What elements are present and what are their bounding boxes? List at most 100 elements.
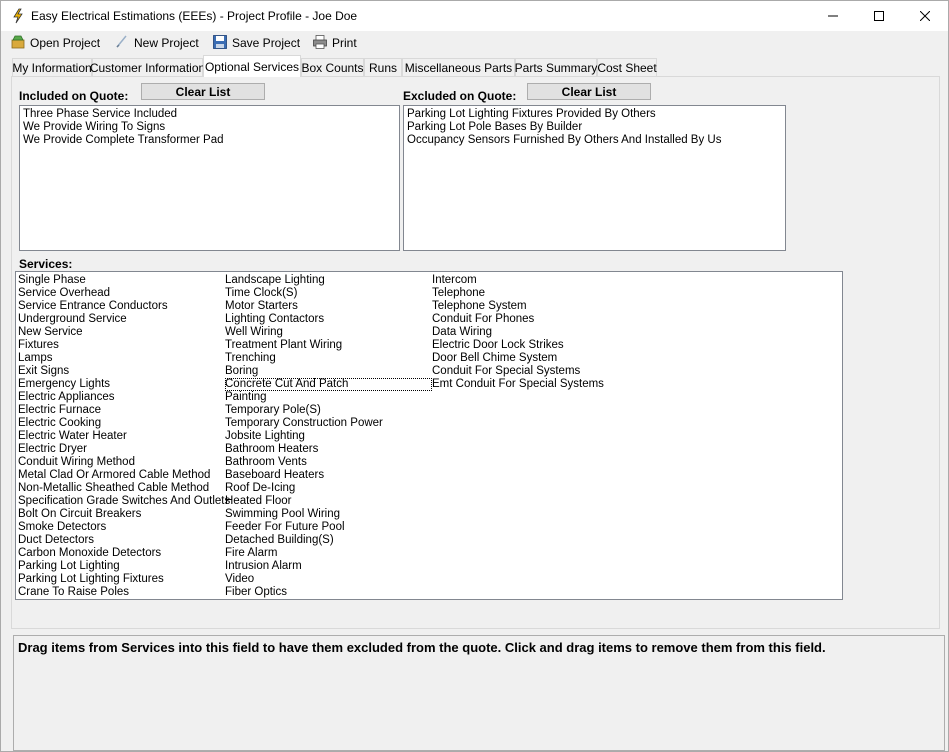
list-item[interactable]: Roof De-Icing — [225, 482, 432, 495]
list-item[interactable]: Service Entrance Conductors — [18, 300, 230, 313]
list-item[interactable]: Concrete Cut And Patch — [225, 378, 432, 391]
list-item[interactable]: Conduit For Phones — [432, 313, 604, 326]
open-project-label: Open Project — [30, 36, 101, 50]
close-button[interactable] — [902, 1, 948, 31]
list-item[interactable]: Parking Lot Lighting — [18, 560, 230, 573]
maximize-button[interactable] — [856, 1, 902, 31]
list-item[interactable]: Duct Detectors — [18, 534, 230, 547]
list-item[interactable]: Telephone System — [432, 300, 604, 313]
tab-parts-summary[interactable]: Parts Summary — [515, 58, 597, 77]
list-item[interactable]: Intercom — [432, 274, 604, 287]
list-item[interactable]: Parking Lot Lighting Fixtures — [18, 573, 230, 586]
list-item[interactable]: Non-Metallic Sheathed Cable Method — [18, 482, 230, 495]
minimize-button[interactable] — [810, 1, 856, 31]
list-item[interactable]: Crane To Raise Poles — [18, 586, 230, 599]
open-project-button[interactable]: Open Project — [10, 33, 100, 53]
app-logo-icon — [10, 8, 26, 24]
save-project-label: Save Project — [232, 36, 301, 50]
list-item[interactable]: Boring — [225, 365, 432, 378]
list-item[interactable]: Temporary Construction Power — [225, 417, 432, 430]
services-list[interactable]: Single Phase Service Overhead Service Entr… — [15, 271, 843, 600]
list-item[interactable]: Electric Door Lock Strikes — [432, 339, 604, 352]
tab-runs[interactable]: Runs — [364, 58, 402, 77]
list-item[interactable]: Bathroom Vents — [225, 456, 432, 469]
list-item[interactable]: Baseboard Heaters — [225, 469, 432, 482]
services-column-1: Single Phase Service Overhead Service Entr… — [18, 274, 230, 599]
tab-label: Parts Summary — [514, 61, 598, 75]
list-item[interactable]: Well Wiring — [225, 326, 432, 339]
list-item[interactable]: Emt Conduit For Special Systems — [432, 378, 604, 391]
print-button[interactable]: Print — [312, 33, 357, 53]
tab-label: Runs — [368, 61, 397, 75]
list-item[interactable]: Detached Building(S) — [225, 534, 432, 547]
list-item[interactable]: Fixtures — [18, 339, 230, 352]
list-item[interactable]: Conduit For Special Systems — [432, 365, 604, 378]
list-item[interactable]: Time Clock(S) — [225, 287, 432, 300]
list-item[interactable]: Metal Clad Or Armored Cable Method — [18, 469, 230, 482]
help-text: Drag items from Services into this field… — [18, 640, 826, 655]
list-item[interactable]: Electric Furnace — [18, 404, 230, 417]
list-item[interactable]: Specification Grade Switches And Outlets — [18, 495, 230, 508]
list-item[interactable]: Intrusion Alarm — [225, 560, 432, 573]
clear-included-button[interactable]: Clear List — [141, 83, 265, 100]
list-item[interactable]: Trenching — [225, 352, 432, 365]
new-document-icon — [114, 34, 134, 53]
list-item[interactable]: Telephone — [432, 287, 604, 300]
list-item[interactable]: Smoke Detectors — [18, 521, 230, 534]
open-folder-icon — [10, 34, 30, 53]
list-item[interactable]: Bolt On Circuit Breakers — [18, 508, 230, 521]
save-project-button[interactable]: Save Project — [212, 33, 300, 53]
list-item[interactable]: Exit Signs — [18, 365, 230, 378]
list-item[interactable]: Fiber Optics — [225, 586, 432, 599]
services-column-3: Intercom Telephone Telephone System Conduit… — [432, 274, 604, 391]
list-item[interactable]: Three Phase Service Included — [20, 108, 399, 121]
list-item[interactable]: Electric Cooking — [18, 417, 230, 430]
tab-my-information[interactable]: My Information — [12, 58, 92, 77]
list-item[interactable]: We Provide Wiring To Signs — [20, 121, 399, 134]
list-item[interactable]: New Service — [18, 326, 230, 339]
tab-customer-information[interactable]: Customer Information — [90, 58, 205, 77]
tab-cost-sheet[interactable]: Cost Sheet — [597, 58, 657, 77]
list-item[interactable]: Electric Water Heater — [18, 430, 230, 443]
list-item[interactable]: Emergency Lights — [18, 378, 230, 391]
list-item[interactable]: Parking Lot Pole Bases By Builder — [404, 121, 785, 134]
list-item[interactable]: Fire Alarm — [225, 547, 432, 560]
tab-box-counts[interactable]: Box Counts — [301, 58, 364, 77]
list-item[interactable]: Door Bell Chime System — [432, 352, 604, 365]
excluded-list[interactable]: Parking Lot Lighting Fixtures Provided B… — [403, 105, 786, 251]
list-item[interactable]: Landscape Lighting — [225, 274, 432, 287]
list-item[interactable]: Occupancy Sensors Furnished By Others An… — [404, 134, 785, 147]
tab-label: Cost Sheet — [597, 61, 657, 75]
clear-excluded-button[interactable]: Clear List — [527, 83, 651, 100]
list-item[interactable]: Jobsite Lighting — [225, 430, 432, 443]
list-item[interactable]: Data Wiring — [432, 326, 604, 339]
list-item[interactable]: Electric Dryer — [18, 443, 230, 456]
list-item[interactable]: Heated Floor — [225, 495, 432, 508]
list-item[interactable]: Feeder For Future Pool — [225, 521, 432, 534]
list-item[interactable]: We Provide Complete Transformer Pad — [20, 134, 399, 147]
list-item[interactable]: Video — [225, 573, 432, 586]
list-item[interactable]: Parking Lot Lighting Fixtures Provided B… — [404, 108, 785, 121]
list-item[interactable]: Carbon Monoxide Detectors — [18, 547, 230, 560]
tab-miscellaneous-parts[interactable]: Miscellaneous Parts — [402, 58, 515, 77]
list-item[interactable]: Single Phase — [18, 274, 230, 287]
list-item[interactable]: Service Overhead — [18, 287, 230, 300]
list-item[interactable]: Swimming Pool Wiring — [225, 508, 432, 521]
list-item[interactable]: Underground Service — [18, 313, 230, 326]
new-project-button[interactable]: New Project — [114, 33, 199, 53]
list-item[interactable]: Conduit Wiring Method — [18, 456, 230, 469]
new-project-label: New Project — [134, 36, 199, 50]
list-item[interactable]: Motor Starters — [225, 300, 432, 313]
list-item[interactable]: Painting — [225, 391, 432, 404]
title-bar: Easy Electrical Estimations (EEEs) - Pro… — [1, 1, 948, 31]
list-item[interactable]: Treatment Plant Wiring — [225, 339, 432, 352]
list-item[interactable]: Electric Appliances — [18, 391, 230, 404]
list-item[interactable]: Temporary Pole(S) — [225, 404, 432, 417]
list-item[interactable]: Lighting Contactors — [225, 313, 432, 326]
tab-optional-services[interactable]: Optional Services — [203, 55, 301, 77]
list-item[interactable]: Lamps — [18, 352, 230, 365]
help-panel: Drag items from Services into this field… — [13, 635, 945, 751]
list-item[interactable]: Bathroom Heaters — [225, 443, 432, 456]
print-label: Print — [332, 36, 357, 50]
included-list[interactable]: Three Phase Service Included We Provide W… — [19, 105, 400, 251]
